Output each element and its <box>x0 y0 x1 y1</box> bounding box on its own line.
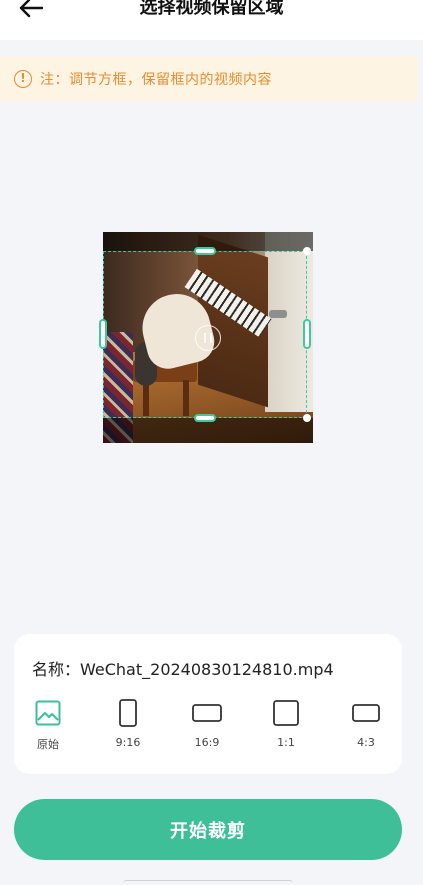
header-bar: 选择视频保留区域 <box>0 0 423 40</box>
ratio-option-original[interactable]: 原始 <box>18 698 78 758</box>
pause-button[interactable] <box>195 325 221 351</box>
file-name-value: WeChat_20240830124810.mp4 <box>80 660 334 679</box>
ratio-label-original: 原始 <box>37 738 59 751</box>
file-name-row: 名称：WeChat_20240830124810.mp4 <box>32 656 334 680</box>
portrait-rect-icon <box>119 699 137 727</box>
ratio-option-16-9[interactable]: 16:9 <box>177 698 237 758</box>
ratio-option-9-16[interactable]: 9:16 <box>98 698 158 758</box>
home-indicator <box>123 880 293 885</box>
ratio-option-1-1[interactable]: 1:1 <box>256 698 316 758</box>
crop-handle-top[interactable] <box>194 247 216 255</box>
crop-corner-top-right[interactable] <box>303 247 311 255</box>
notice-text: 注：调节方框，保留框内的视频内容 <box>40 72 272 88</box>
landscape-rect-icon <box>192 704 222 722</box>
ratio-label-1-1: 1:1 <box>277 736 295 749</box>
page-title: 选择视频保留区域 <box>139 0 284 18</box>
crop-handle-left[interactable] <box>99 319 107 349</box>
crop-corner-bottom-right[interactable] <box>303 414 311 422</box>
image-icon <box>35 700 61 726</box>
ratio-option-4-3[interactable]: 4:3 <box>336 698 396 758</box>
crop-handle-right[interactable] <box>303 319 311 349</box>
crop-handle-bottom[interactable] <box>194 414 216 422</box>
ratio-label-4-3: 4:3 <box>357 736 375 749</box>
ratio-label-9-16: 9:16 <box>115 736 141 749</box>
ratio-label-16-9: 16:9 <box>194 736 220 749</box>
landscape-rect-icon <box>352 704 380 722</box>
pause-icon <box>204 333 206 343</box>
crop-settings-panel: 名称：WeChat_20240830124810.mp4 原始 9:16 16:… <box>14 634 402 774</box>
start-crop-button[interactable]: 开始裁剪 <box>14 799 402 860</box>
square-icon <box>273 700 299 726</box>
notice-banner: ! 注：调节方框，保留框内的视频内容 <box>0 56 418 102</box>
aspect-ratio-options: 原始 9:16 16:9 1:1 4:3 <box>14 698 402 758</box>
warning-icon: ! <box>14 70 32 88</box>
file-name-label: 名称： <box>32 660 81 679</box>
